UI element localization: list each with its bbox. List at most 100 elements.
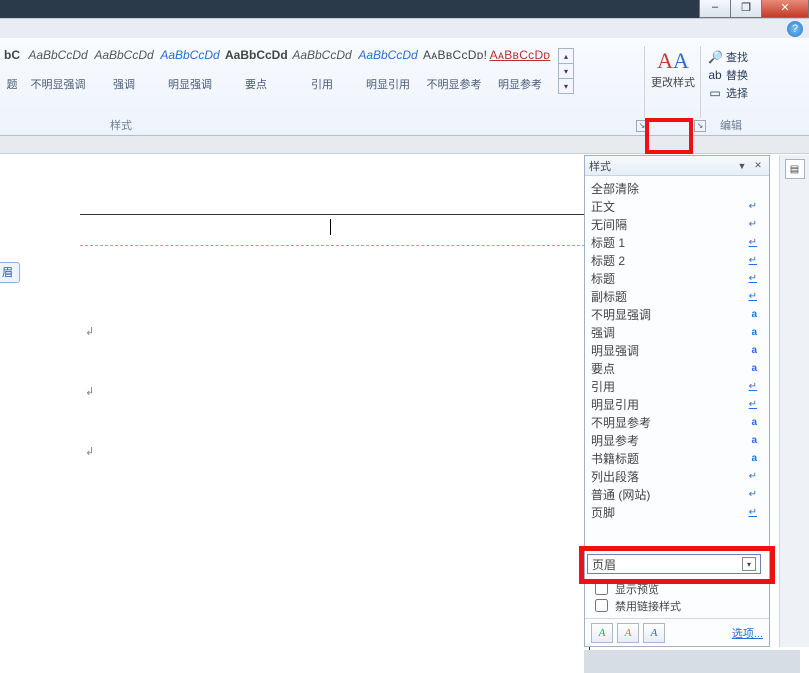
group-label-editing: 编辑 — [720, 117, 742, 133]
text-cursor — [330, 219, 331, 235]
style-type-icon — [743, 291, 757, 302]
change-styles-button[interactable]: AA 更改样式 — [650, 48, 696, 90]
style-label: 题 — [1, 76, 23, 92]
maximize-button[interactable]: ❐ — [730, 0, 762, 18]
disable-linked-checkbox[interactable]: 禁用链接样式 — [591, 597, 763, 614]
style-name: 书籍标题 — [591, 450, 639, 467]
style-list-item[interactable]: 列出段落 — [591, 467, 767, 485]
style-sample: AaBbCcDd — [93, 48, 155, 62]
find-button[interactable]: 🔎查找 — [708, 48, 748, 66]
style-sample: AaBbCcDd — [291, 48, 353, 62]
header-indicator: 眉 — [0, 262, 20, 283]
style-tile[interactable]: AaBbCcDd明显引用 — [356, 46, 420, 94]
style-tile[interactable]: AaBbCcDd强调 — [92, 46, 156, 94]
style-inspector-button[interactable]: A — [617, 623, 639, 643]
ruler — [0, 136, 809, 154]
style-name: 标题 — [591, 270, 615, 287]
replace-icon: ab — [708, 68, 722, 82]
style-name: 普通 (网站) — [591, 486, 650, 503]
style-list-item[interactable]: 标题 2 — [591, 251, 767, 269]
style-tile[interactable]: AᴀBʙCᴄDᴅ! 不明显参考 — [422, 46, 486, 94]
style-list-item[interactable]: 普通 (网站) — [591, 485, 767, 503]
style-list-item[interactable]: 副标题 — [591, 287, 767, 305]
style-tile[interactable]: AaBbCcDd明显强调 — [158, 46, 222, 94]
styles-pane-titlebar[interactable]: 样式 ▼ ✕ — [585, 156, 769, 176]
gallery-scroll-up[interactable]: ▴ — [558, 48, 574, 64]
gallery-scroll-more[interactable]: ▾ — [558, 78, 574, 94]
styles-gallery: bC题AaBbCcDd不明显强调AaBbCcDd强调AaBbCcDd明显强调Aa… — [0, 46, 574, 94]
style-name: 引用 — [591, 378, 615, 395]
style-name: 全部清除 — [591, 180, 639, 197]
paragraph-mark: ↲ — [85, 385, 94, 398]
chevron-down-icon[interactable]: ▾ — [742, 557, 756, 571]
style-list-item[interactable]: 不明显强调 — [591, 305, 767, 323]
style-list-item[interactable]: 要点 — [591, 359, 767, 377]
style-list-item[interactable]: 无间隔 — [591, 215, 767, 233]
style-type-icon — [743, 255, 757, 266]
style-label: 明显引用 — [357, 76, 419, 92]
style-type-icon — [743, 381, 757, 392]
pane-close-icon[interactable]: ✕ — [751, 159, 765, 173]
style-list-item[interactable]: 明显强调 — [591, 341, 767, 359]
style-type-icon — [743, 363, 757, 374]
style-list-item[interactable]: 强调 — [591, 323, 767, 341]
close-button[interactable]: ✕ — [761, 0, 809, 18]
style-list-item[interactable]: 引用 — [591, 377, 767, 395]
change-styles-label: 更改样式 — [651, 77, 695, 89]
style-list-item[interactable]: 页脚 — [591, 503, 767, 521]
style-label: 要点 — [225, 76, 287, 92]
style-type-icon — [743, 453, 757, 464]
style-tile[interactable]: AᴀBʙCᴄDᴅ明显参考 — [488, 46, 552, 94]
style-tile[interactable]: AaBbCcDd要点 — [224, 46, 288, 94]
style-name: 明显强调 — [591, 342, 639, 359]
statusbar-fragment — [584, 650, 800, 673]
style-sample: bC — [1, 48, 23, 62]
minimize-button[interactable]: – — [699, 0, 731, 18]
change-styles-launcher[interactable]: ↘ — [694, 120, 706, 132]
styles-options-link[interactable]: 选项... — [732, 625, 763, 641]
style-type-icon — [743, 309, 757, 320]
titlebar: – ❐ ✕ — [0, 0, 809, 18]
help-icon[interactable]: ? — [787, 21, 803, 37]
gallery-scroll-down[interactable]: ▾ — [558, 63, 574, 79]
style-list-item[interactable]: 明显引用 — [591, 395, 767, 413]
style-type-icon — [743, 201, 757, 212]
style-tile[interactable]: AaBbCcDd引用 — [290, 46, 354, 94]
select-button[interactable]: ▭选择 — [708, 84, 748, 102]
style-name: 页脚 — [591, 504, 615, 521]
styles-dialog-launcher[interactable]: ↘ — [636, 120, 648, 132]
style-type-icon — [743, 471, 757, 482]
style-list-item[interactable]: 标题 — [591, 269, 767, 287]
gutter-button[interactable]: ▤ — [785, 159, 805, 179]
style-selected-combo[interactable]: 页眉 ▾ — [587, 554, 761, 574]
styles-pane-options: 显示预览 禁用链接样式 — [585, 578, 769, 618]
style-type-icon — [743, 417, 757, 428]
style-label: 不明显参考 — [423, 76, 485, 92]
style-type-icon — [743, 219, 757, 230]
style-list-item[interactable]: 书籍标题 — [591, 449, 767, 467]
styles-pane: 样式 ▼ ✕ 全部清除正文无间隔标题 1标题 2标题副标题不明显强调强调明显强调… — [584, 155, 770, 647]
paragraph-mark: ↲ — [85, 325, 94, 338]
help-strip: ? — [0, 18, 809, 38]
show-preview-checkbox[interactable]: 显示预览 — [591, 580, 763, 597]
style-list-item[interactable]: 全部清除 — [591, 179, 767, 197]
style-name: 列出段落 — [591, 468, 639, 485]
style-tile[interactable]: bC 题 — [0, 46, 24, 94]
style-list-item[interactable]: 不明显参考 — [591, 413, 767, 431]
new-style-button[interactable]: A — [591, 623, 613, 643]
style-type-icon — [743, 327, 757, 338]
style-list-item[interactable]: 标题 1 — [591, 233, 767, 251]
style-tile[interactable]: AaBbCcDd不明显强调 — [26, 46, 90, 94]
style-label: 明显强调 — [159, 76, 221, 92]
style-sample: AᴀBʙCᴄDᴅ! — [423, 48, 485, 62]
style-type-icon — [743, 489, 757, 500]
style-list-item[interactable]: 正文 — [591, 197, 767, 215]
change-styles-icon: AA — [657, 48, 689, 74]
style-type-icon — [743, 237, 757, 248]
replace-button[interactable]: ab替换 — [708, 66, 748, 84]
style-list-item[interactable]: 明显参考 — [591, 431, 767, 449]
styles-list[interactable]: 全部清除正文无间隔标题 1标题 2标题副标题不明显强调强调明显强调要点引用明显引… — [585, 176, 769, 552]
pane-menu-icon[interactable]: ▼ — [735, 159, 749, 173]
manage-styles-button[interactable]: A — [643, 623, 665, 643]
style-label: 明显参考 — [489, 76, 551, 92]
